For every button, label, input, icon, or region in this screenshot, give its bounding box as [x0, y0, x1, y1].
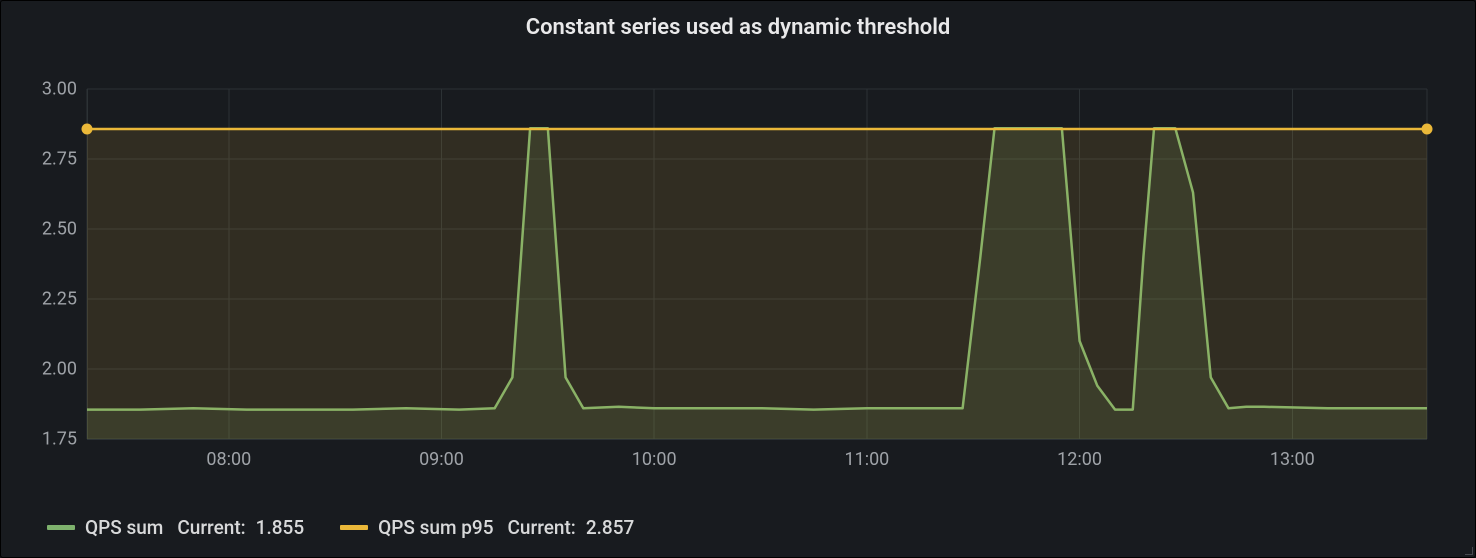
y-axis-tick-label: 2.25 — [42, 289, 77, 310]
x-axis-tick-label: 09:00 — [419, 449, 464, 470]
x-axis-tick-label: 11:00 — [844, 449, 889, 470]
y-axis-tick-label: 2.75 — [42, 149, 77, 170]
legend-stat-value: 2.857 — [586, 516, 634, 539]
legend-stat-label: Current: — [508, 516, 576, 539]
y-axis-tick-label: 3.00 — [42, 79, 77, 100]
x-axis-tick-label: 08:00 — [206, 449, 251, 470]
x-axis-tick-label: 13:00 — [1270, 449, 1315, 470]
y-axis-tick-label: 2.00 — [42, 359, 77, 380]
legend-item-qps-sum-p95[interactable]: QPS sum p95 Current: 2.857 — [340, 516, 634, 539]
legend: QPS sum Current: 1.855 QPS sum p95 Curre… — [47, 516, 634, 539]
panel-title[interactable]: Constant series used as dynamic threshol… — [1, 1, 1475, 48]
legend-swatch-qps-sum-p95 — [340, 525, 368, 530]
chart-panel: Constant series used as dynamic threshol… — [0, 0, 1476, 558]
y-axis-tick-label: 1.75 — [42, 429, 77, 450]
x-axis-tick-label: 12:00 — [1057, 449, 1102, 470]
legend-swatch-qps-sum — [47, 525, 75, 530]
legend-item-qps-sum[interactable]: QPS sum Current: 1.855 — [47, 516, 304, 539]
legend-series-name: QPS sum p95 — [378, 516, 493, 539]
resize-handle-icon[interactable] — [1463, 545, 1473, 555]
legend-series-name: QPS sum — [85, 516, 163, 539]
legend-stat-value: 1.855 — [256, 516, 304, 539]
x-axis-tick-label: 10:00 — [632, 449, 677, 470]
plot-area[interactable] — [87, 89, 1427, 439]
y-axis-tick-label: 2.50 — [42, 219, 77, 240]
legend-stat-label: Current: — [177, 516, 245, 539]
